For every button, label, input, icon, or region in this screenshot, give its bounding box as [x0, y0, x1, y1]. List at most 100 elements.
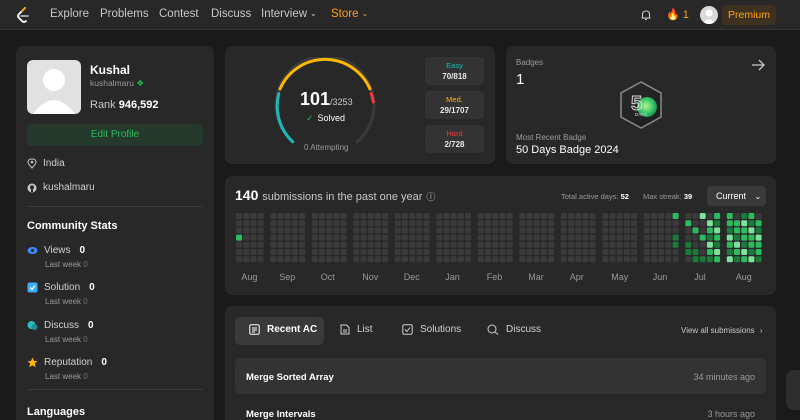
heatmap-cell[interactable]	[741, 234, 748, 241]
heatmap-cell[interactable]	[243, 249, 250, 255]
heatmap-cell[interactable]	[526, 234, 533, 241]
heatmap-cell[interactable]	[382, 220, 389, 227]
bell-icon[interactable]	[639, 8, 653, 22]
heatmap-cell[interactable]	[270, 249, 277, 255]
heatmap-cell[interactable]	[277, 256, 284, 263]
heatmap-cell[interactable]	[443, 227, 450, 234]
heatmap-cell[interactable]	[374, 256, 381, 263]
heatmap-cell[interactable]	[506, 213, 513, 219]
tab-solutions[interactable]: Solutions	[402, 324, 461, 335]
heatmap-cell[interactable]	[299, 227, 306, 234]
heatmap-cell[interactable]	[394, 213, 401, 219]
heatmap-cell[interactable]	[443, 213, 450, 219]
heatmap-cell[interactable]	[360, 227, 367, 234]
heatmap-cell[interactable]	[402, 241, 408, 248]
heatmap-cell[interactable]	[236, 213, 242, 219]
heatmap-cell[interactable]	[367, 241, 374, 248]
heatmap-cell[interactable]	[672, 227, 679, 234]
heatmap-cell[interactable]	[699, 256, 706, 263]
heatmap-cell[interactable]	[360, 213, 367, 219]
heatmap-cell[interactable]	[416, 256, 423, 263]
heatmap-cell[interactable]	[311, 256, 318, 263]
heatmap-cell[interactable]	[485, 213, 491, 219]
heatmap-cell[interactable]	[526, 213, 533, 219]
heatmap-cell[interactable]	[402, 220, 408, 227]
heatmap-cell[interactable]	[374, 227, 381, 234]
heatmap-cell[interactable]	[299, 256, 306, 263]
heatmap-cell[interactable]	[236, 234, 242, 241]
edit-profile-button[interactable]: Edit Profile	[27, 124, 203, 146]
heatmap-cell[interactable]	[485, 241, 491, 248]
heatmap-cell[interactable]	[692, 241, 699, 248]
heatmap-cell[interactable]	[540, 241, 547, 248]
heatmap-cell[interactable]	[631, 241, 638, 248]
heatmap-cell[interactable]	[658, 213, 665, 219]
avatar[interactable]	[700, 6, 718, 24]
heatmap-cell[interactable]	[477, 241, 484, 248]
heatmap-cell[interactable]	[623, 220, 630, 227]
heatmap-cell[interactable]	[353, 227, 360, 234]
heatmap-cell[interactable]	[748, 234, 755, 241]
heatmap-cell[interactable]	[699, 220, 706, 227]
heatmap-cell[interactable]	[450, 220, 457, 227]
heatmap-cell[interactable]	[485, 234, 491, 241]
heatmap-cell[interactable]	[726, 249, 733, 255]
heatmap-cell[interactable]	[734, 256, 740, 263]
heatmap-cell[interactable]	[714, 256, 721, 263]
heatmap-cell[interactable]	[616, 234, 623, 241]
heatmap-cell[interactable]	[333, 227, 340, 234]
heatmap-cell[interactable]	[367, 256, 374, 263]
heatmap-cell[interactable]	[326, 227, 333, 234]
heatmap-cell[interactable]	[714, 249, 721, 255]
heatmap-cell[interactable]	[382, 249, 389, 255]
heatmap-cell[interactable]	[374, 241, 381, 248]
nav-contest[interactable]: Contest	[159, 8, 199, 20]
heatmap-cell[interactable]	[755, 220, 762, 227]
heatmap-cell[interactable]	[658, 227, 665, 234]
heatmap-cell[interactable]	[519, 213, 526, 219]
heatmap-cell[interactable]	[311, 241, 318, 248]
heatmap-cell[interactable]	[277, 249, 284, 255]
heatmap-cell[interactable]	[485, 227, 491, 234]
heatmap-cell[interactable]	[299, 234, 306, 241]
heatmap-cell[interactable]	[548, 213, 555, 219]
heatmap-cell[interactable]	[755, 256, 762, 263]
heatmap-cell[interactable]	[485, 256, 491, 263]
heatmap-cell[interactable]	[548, 256, 555, 263]
heatmap-cell[interactable]	[353, 234, 360, 241]
heatmap-cell[interactable]	[319, 241, 325, 248]
heatmap-cell[interactable]	[250, 234, 257, 241]
heatmap-cell[interactable]	[548, 241, 555, 248]
heatmap-cell[interactable]	[616, 220, 623, 227]
heatmap-cell[interactable]	[748, 227, 755, 234]
heatmap-cell[interactable]	[692, 249, 699, 255]
heatmap-cell[interactable]	[506, 227, 513, 234]
heatmap-cell[interactable]	[602, 227, 609, 234]
heatmap-cell[interactable]	[353, 256, 360, 263]
heatmap-cell[interactable]	[423, 227, 430, 234]
submission-row[interactable]: Merge Intervals 3 hours ago	[235, 395, 766, 420]
heatmap-cell[interactable]	[609, 234, 616, 241]
heatmap-cell[interactable]	[726, 227, 733, 234]
heatmap-cell[interactable]	[291, 234, 298, 241]
heatmap-cell[interactable]	[257, 213, 264, 219]
heatmap-cell[interactable]	[623, 249, 630, 255]
heatmap-cell[interactable]	[631, 234, 638, 241]
heatmap-cell[interactable]	[465, 227, 472, 234]
heatmap-cell[interactable]	[741, 249, 748, 255]
heatmap-cell[interactable]	[560, 256, 567, 263]
heatmap-cell[interactable]	[423, 256, 430, 263]
heatmap-cell[interactable]	[533, 234, 540, 241]
heatmap-cell[interactable]	[477, 220, 484, 227]
heatmap-cell[interactable]	[443, 249, 450, 255]
heatmap-cell[interactable]	[665, 241, 672, 248]
heatmap-cell[interactable]	[519, 227, 526, 234]
heatmap-cell[interactable]	[340, 234, 347, 241]
heatmap-cell[interactable]	[284, 227, 291, 234]
heatmap-cell[interactable]	[353, 249, 360, 255]
heatmap-cell[interactable]	[665, 249, 672, 255]
heatmap-cell[interactable]	[277, 227, 284, 234]
heatmap-cell[interactable]	[734, 241, 740, 248]
heatmap-cell[interactable]	[623, 227, 630, 234]
heatmap-cell[interactable]	[402, 249, 408, 255]
